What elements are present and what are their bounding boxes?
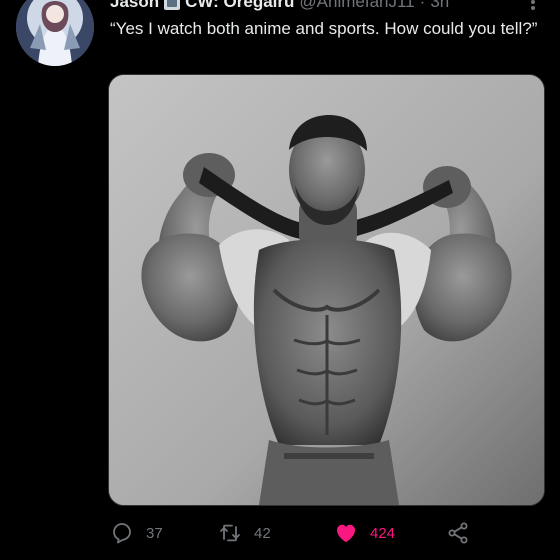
display-name[interactable]: Jason CW: Oregairu (110, 0, 294, 13)
card-badge-icon (164, 0, 181, 10)
heart-icon (337, 524, 355, 542)
share-icon (448, 522, 468, 544)
display-name-suffix: CW: Oregairu (185, 0, 295, 11)
tweet-media[interactable] (108, 74, 545, 506)
media-photo (109, 75, 544, 505)
tweet-header: Jason CW: Oregairu @AnimefanJ11 · 3h (110, 0, 449, 13)
retweet-icon (220, 524, 240, 542)
like-button[interactable]: 424 (334, 518, 395, 548)
tweet: Jason CW: Oregairu @AnimefanJ11 · 3h “Ye… (0, 0, 560, 560)
reply-button[interactable]: 37 (110, 518, 163, 548)
reply-count: 37 (146, 524, 163, 542)
display-name-text: Jason (110, 0, 160, 11)
separator-dot: · (419, 0, 426, 11)
share-button[interactable] (446, 518, 470, 548)
avatar-image (16, 0, 94, 66)
reply-icon (113, 523, 131, 544)
timestamp[interactable]: 3h (430, 0, 449, 13)
retweet-count: 42 (254, 524, 271, 542)
tweet-actions: 37 42 424 (108, 518, 548, 548)
like-count: 424 (370, 524, 396, 542)
more-icon[interactable] (526, 0, 540, 10)
user-handle[interactable]: @AnimefanJ11 (299, 0, 414, 13)
avatar[interactable] (16, 0, 94, 66)
retweet-button[interactable]: 42 (218, 518, 271, 548)
tweet-text: “Yes I watch both anime and sports. How … (110, 19, 538, 38)
